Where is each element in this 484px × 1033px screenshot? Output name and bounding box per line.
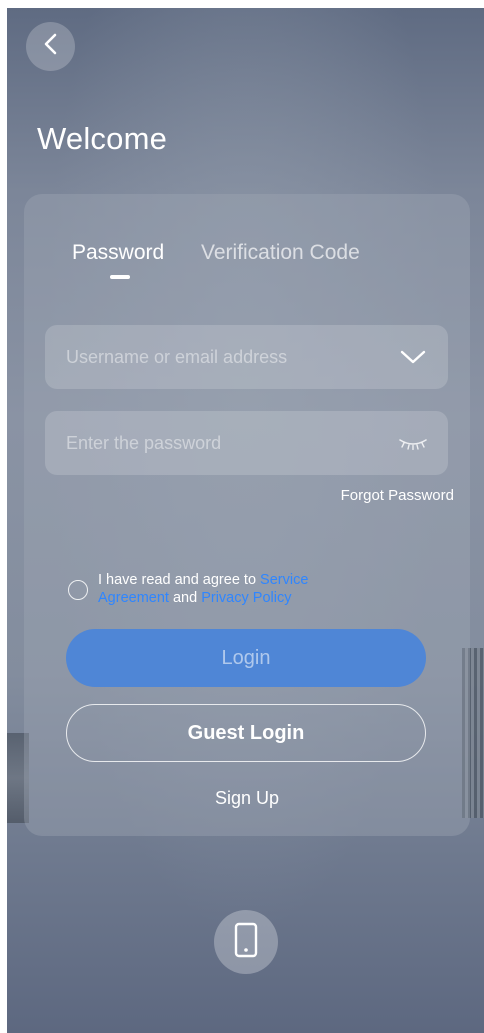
back-button[interactable] [26, 22, 75, 71]
login-screen: Welcome Password Verification Code Usern… [7, 8, 484, 1033]
login-card: Password Verification Code Username or e… [24, 194, 470, 836]
mobile-phone-icon [234, 922, 258, 963]
page-title: Welcome [37, 121, 168, 156]
chevron-left-icon [43, 33, 59, 60]
agreement-text: I have read and agree to Service Agreeme… [98, 571, 368, 607]
login-button[interactable]: Login [66, 629, 426, 687]
tab-verification-code[interactable]: Verification Code [201, 241, 360, 265]
guest-login-button[interactable]: Guest Login [66, 704, 426, 762]
agreement-checkbox[interactable] [68, 580, 88, 600]
active-tab-indicator [110, 275, 130, 279]
username-input[interactable] [66, 325, 366, 389]
chevron-down-icon[interactable] [398, 345, 428, 369]
username-field[interactable] [45, 325, 448, 389]
agreement-conjunction: and [172, 590, 198, 606]
forgot-password-link[interactable]: Forgot Password [341, 487, 454, 504]
tab-password[interactable]: Password [72, 241, 164, 265]
password-input[interactable] [66, 411, 366, 475]
privacy-policy-link[interactable]: Privacy Policy [201, 590, 291, 606]
phone-login-button[interactable] [214, 910, 278, 974]
agreement-prefix: I have read and agree to [98, 572, 257, 588]
password-field[interactable] [45, 411, 448, 475]
eye-closed-icon[interactable] [398, 431, 428, 455]
sign-up-link[interactable]: Sign Up [24, 788, 470, 809]
